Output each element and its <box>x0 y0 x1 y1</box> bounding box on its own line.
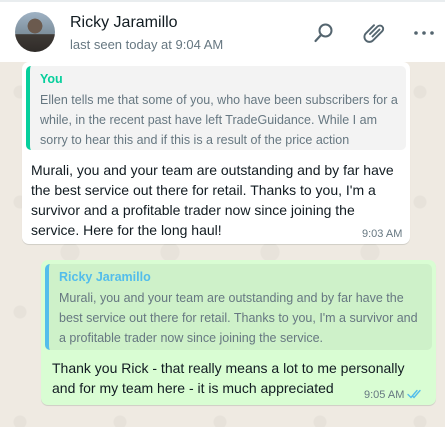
contact-status: last seen today at 9:04 AM <box>70 37 224 52</box>
incoming-message[interactable]: You Ellen tells me that some of you, who… <box>22 62 410 244</box>
chat-header: Ricky Jaramillo last seen today at 9:04 … <box>0 0 445 62</box>
outgoing-message[interactable]: Ricky Jaramillo Murali, you and your tea… <box>41 260 436 405</box>
contact-avatar[interactable] <box>15 12 55 52</box>
message-text: Murali, you and your team are outstandin… <box>31 162 394 238</box>
read-receipt-icon <box>407 389 421 399</box>
quote-author: You <box>40 72 63 86</box>
quoted-message[interactable]: Ricky Jaramillo Murali, you and your tea… <box>45 264 432 350</box>
quote-author: Ricky Jaramillo <box>59 270 151 284</box>
search-icon <box>314 23 333 43</box>
quote-text: Ellen tells me that some of you, who hav… <box>40 93 398 147</box>
menu-icon <box>414 31 434 35</box>
search-button[interactable] <box>311 20 337 46</box>
message-time: 9:03 AM <box>362 228 403 240</box>
quoted-message[interactable]: You Ellen tells me that some of you, who… <box>26 66 406 150</box>
attach-icon <box>363 24 385 43</box>
conversation-panel[interactable]: You Ellen tells me that some of you, who… <box>0 62 445 427</box>
contact-name[interactable]: Ricky Jaramillo <box>70 14 178 32</box>
attach-button[interactable] <box>362 20 388 46</box>
message-time: 9:05 AM <box>364 389 405 401</box>
menu-button[interactable] <box>411 20 437 46</box>
quote-text: Murali, you and your team are outstandin… <box>59 291 418 345</box>
